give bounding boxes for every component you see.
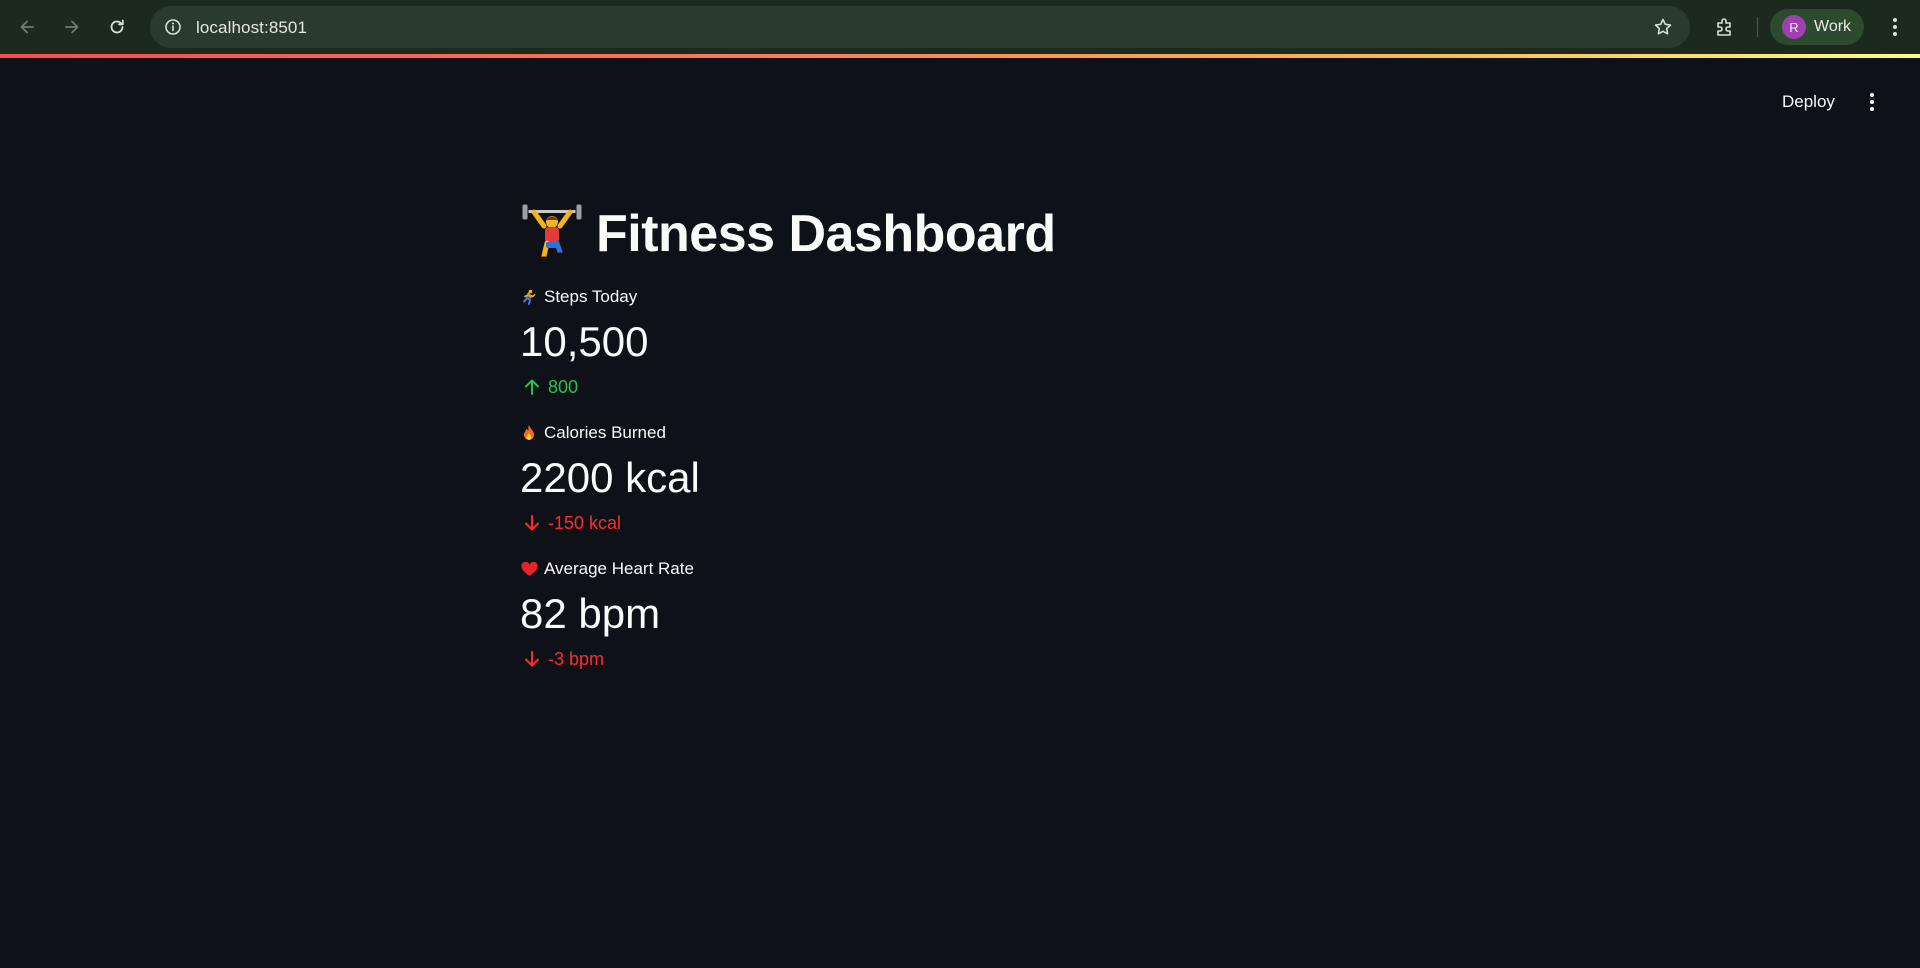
- extensions-puzzle-icon[interactable]: [1712, 14, 1738, 40]
- metric-value: 82 bpm: [520, 590, 661, 637]
- metric-steps: Steps Today 10,500 800: [520, 285, 1400, 407]
- fire-icon: [520, 424, 538, 442]
- arrow-up-icon: [525, 379, 539, 395]
- metric-calories: Calories Burned 2200 kcal -150 kcal: [520, 421, 1400, 543]
- metric-delta-value: -3 bpm: [548, 648, 605, 669]
- metric-value: 2200 kcal: [520, 454, 700, 501]
- url-text[interactable]: localhost:8501: [196, 18, 307, 38]
- app-main-menu-button[interactable]: [1858, 88, 1886, 116]
- metric-label: Average Heart Rate: [544, 559, 694, 578]
- deploy-button[interactable]: Deploy: [1772, 88, 1845, 116]
- vertical-dots-icon: [1870, 93, 1874, 111]
- metric-label: Steps Today: [544, 287, 638, 306]
- page-title: Fitness Dashboard: [596, 205, 1056, 263]
- arrow-down-icon: [525, 651, 539, 667]
- reload-button[interactable]: [102, 12, 132, 42]
- arrow-down-icon: [525, 515, 539, 531]
- forward-button[interactable]: [57, 12, 87, 42]
- metric-value: 10,500: [520, 318, 649, 365]
- app-decoration-bar: [0, 54, 1920, 58]
- metric-label-row: Calories Burned: [520, 421, 1400, 445]
- metric-heart-rate: Average Heart Rate 82 bpm -3 bpm: [520, 557, 1400, 679]
- metric-delta-value: -150 kcal: [548, 512, 622, 533]
- metric-label-row: Steps Today: [520, 285, 1400, 309]
- bookmark-star-icon[interactable]: [1652, 16, 1674, 38]
- arrow-right-icon: [65, 20, 79, 34]
- avatar: R: [1782, 15, 1806, 39]
- browser-menu-button[interactable]: [1880, 12, 1910, 42]
- profile-name: Work: [1814, 18, 1852, 35]
- metric-label-row: Average Heart Rate: [520, 557, 1400, 581]
- page-header: Fitness Dashboard: [520, 195, 1400, 273]
- vertical-dots-icon: [1893, 18, 1897, 36]
- toolbar-divider: [1757, 17, 1758, 37]
- site-info-icon[interactable]: [162, 16, 184, 38]
- address-bar[interactable]: localhost:8501: [150, 6, 1690, 48]
- back-button[interactable]: [12, 12, 42, 42]
- arrow-left-icon: [20, 20, 34, 34]
- browser-toolbar: localhost:8501 R Work: [0, 0, 1920, 54]
- metric-label: Calories Burned: [544, 423, 666, 442]
- main-content: Fitness Dashboard Steps Today 10,500 800…: [520, 195, 1400, 679]
- metric-delta: 800: [520, 375, 1400, 399]
- runner-icon: [520, 288, 538, 306]
- reload-icon: [110, 19, 124, 34]
- metric-delta-value: 800: [548, 376, 579, 397]
- profile-button[interactable]: R Work: [1770, 9, 1864, 45]
- heart-icon: [520, 560, 538, 578]
- metric-delta: -150 kcal: [520, 511, 1400, 535]
- metric-delta: -3 bpm: [520, 647, 1400, 671]
- weightlifter-icon: [521, 203, 583, 262]
